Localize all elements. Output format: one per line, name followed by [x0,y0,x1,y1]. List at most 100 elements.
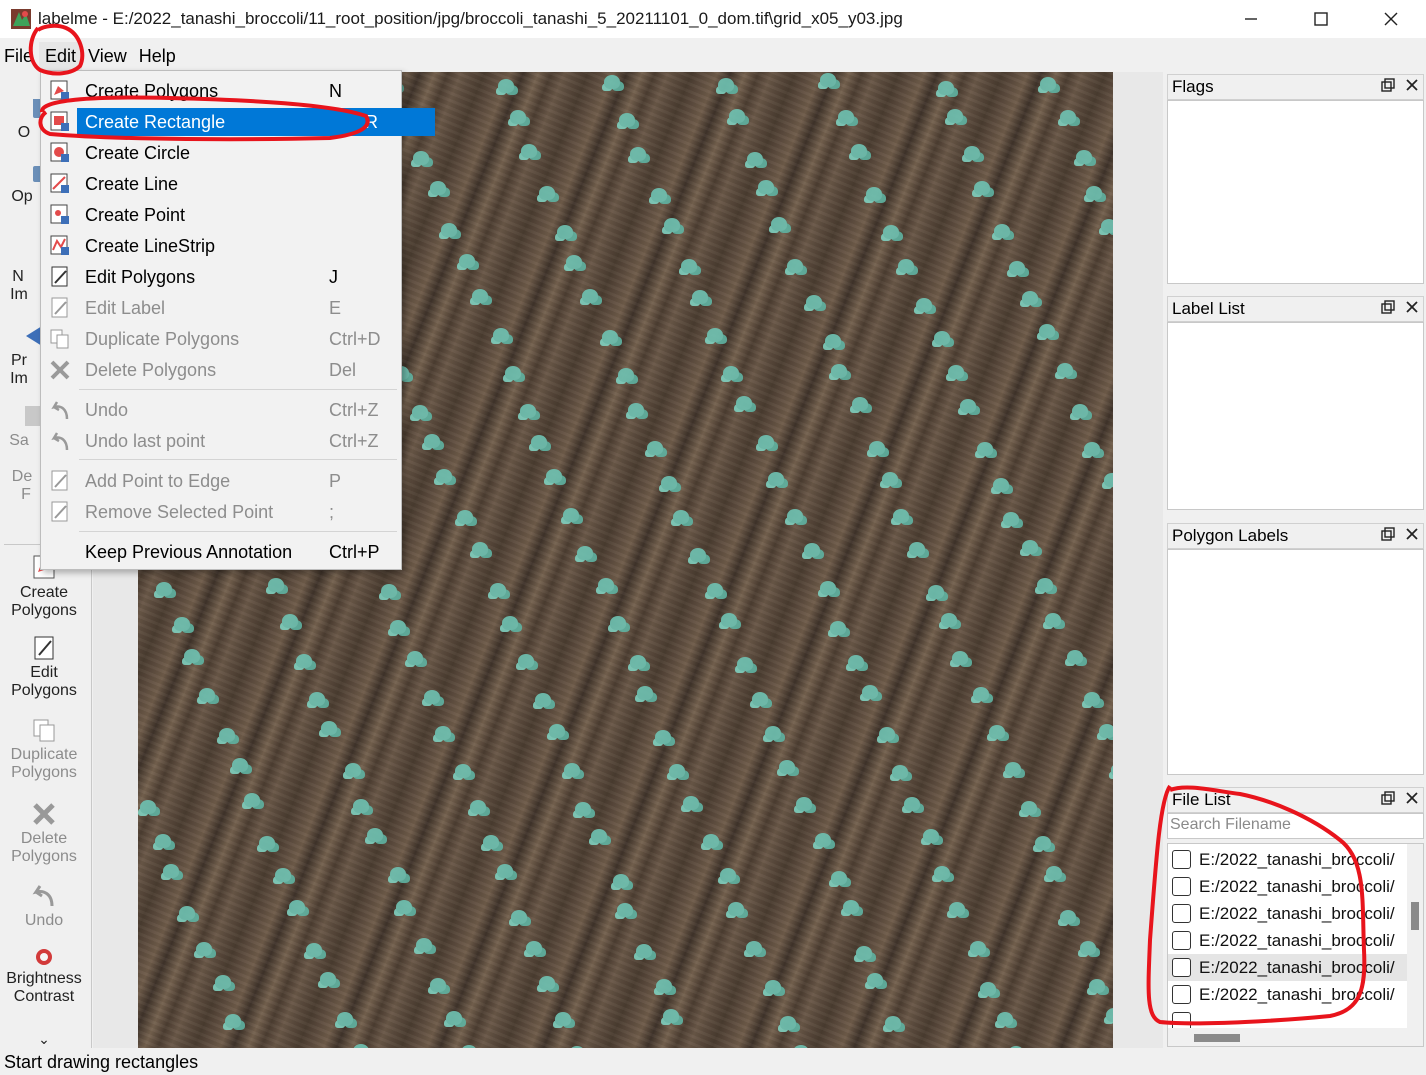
menu-separator [79,389,397,390]
menu-file[interactable]: File [0,42,39,70]
menu-item-create-point[interactable]: Create Point [43,201,399,229]
menu-item-edit-label[interactable]: Edit Label E [43,294,399,322]
close-dock-icon[interactable] [1405,790,1419,810]
menu-item-delete-polygons[interactable]: Delete Polygons Del [43,356,399,384]
menu-item-create-polygons[interactable]: Create Polygons N [43,77,399,105]
undo-tool[interactable]: Undo [0,882,88,930]
prev-image-tool-sublabel: Im [10,370,28,387]
maximize-icon[interactable] [1286,0,1356,38]
file-checkbox[interactable] [1172,904,1191,923]
horizontal-scrollbar[interactable] [1168,1028,1423,1046]
file-list-item[interactable]: E:/2022_tanashi_broccoli/ [1168,873,1423,900]
file-checkbox[interactable] [1172,985,1191,1004]
broccoli-seedling [1039,324,1056,339]
file-list-item[interactable]: E:/2022_tanashi_broccoli/ [1168,981,1423,1008]
brightness-contrast-tool[interactable]: Brightness Contrast [0,946,88,1006]
menu-help[interactable]: Help [133,42,182,70]
close-dock-icon[interactable] [1405,299,1419,319]
flags-list[interactable] [1167,100,1424,284]
vertical-scrollbar[interactable] [1407,844,1423,1028]
close-dock-icon[interactable] [1405,526,1419,546]
broccoli-seedling [884,1015,901,1030]
broccoli-seedling [434,725,451,740]
menu-edit[interactable]: Edit [39,42,83,70]
broccoli-seedling [893,508,910,523]
close-icon[interactable] [1356,0,1426,38]
file-checkbox[interactable] [1172,877,1191,896]
menu-item-duplicate-polygons[interactable]: Duplicate Polygons Ctrl+D [43,325,399,353]
window-controls [1216,0,1426,38]
file-checkbox[interactable] [1172,850,1191,869]
scrollbar-thumb[interactable] [1411,902,1419,930]
float-dock-icon[interactable] [1381,790,1395,810]
broccoli-seedling [947,365,964,380]
broccoli-seedling [959,398,976,413]
close-dock-icon[interactable] [1405,77,1419,97]
menu-item-create-circle[interactable]: Create Circle [43,139,399,167]
broccoli-seedling [795,796,812,811]
menu-item-create-line[interactable]: Create Line [43,170,399,198]
next-image-tool-label: N [12,268,24,285]
broccoli-seedling [612,873,629,888]
broccoli-seedling [483,834,500,849]
brightness-contrast-icon [30,946,58,968]
minimize-icon[interactable] [1216,0,1286,38]
menu-view[interactable]: View [82,42,133,70]
broccoli-seedling [1008,261,1025,276]
delete-x-icon [30,800,58,828]
broccoli-seedling [915,297,932,312]
broccoli-seedling [1003,512,1020,527]
menu-item-edit-polygons[interactable]: Edit Polygons J [43,263,399,291]
menu-item-create-linestrip[interactable]: Create LineStrip [43,232,399,260]
file-list[interactable]: E:/2022_tanashi_broccoli/ E:/2022_tanash… [1167,843,1424,1047]
menu-item-label: Create LineStrip [85,235,216,256]
menu-item-undo-last-point[interactable]: Undo last point Ctrl+Z [43,427,399,455]
broccoli-seedling [673,509,690,524]
checkbox-placeholder-icon [49,541,71,563]
menu-separator [79,531,397,532]
toolbar-more-chevron-icon[interactable]: ⌄ [0,1030,88,1048]
broccoli-seedling [869,440,886,455]
undo-arrow-icon [49,399,71,421]
file-checkbox[interactable] [1172,958,1191,977]
menu-item-create-rectangle[interactable]: Create Rectangle R [77,108,435,136]
edit-polygons-icon [49,266,71,288]
delete-file-tool-label: De [11,468,33,485]
duplicate-polygons-tool[interactable]: Duplicate Polygons [0,716,88,782]
broccoli-seedling [663,218,680,233]
broccoli-seedling [988,724,1005,739]
menu-item-keep-previous-annotation[interactable]: Keep Previous Annotation Ctrl+P [43,538,399,566]
broccoli-seedling [646,440,663,455]
label-list-dock-header: Label List [1167,296,1424,322]
float-dock-icon[interactable] [1381,299,1395,319]
broccoli-seedling [155,582,172,597]
file-list-item-selected[interactable]: E:/2022_tanashi_broccoli/ [1168,954,1423,981]
polygon-labels-list[interactable] [1167,549,1424,775]
file-name: E:/2022_tanashi_broccoli/ [1199,930,1395,950]
broccoli-seedling [367,828,384,843]
file-list-item[interactable]: E:/2022_tanashi_broccoli/ [1168,900,1423,927]
menu-separator [79,459,397,460]
undo-label: Undo [24,912,64,929]
file-name: E:/2022_tanashi_broccoli/ [1199,876,1395,896]
menu-item-add-point-to-edge[interactable]: Add Point to Edge P [43,467,399,495]
broccoli-seedling [581,289,598,304]
file-checkbox[interactable] [1172,931,1191,950]
float-dock-icon[interactable] [1381,526,1395,546]
broccoli-seedling [295,654,312,669]
delete-polygons-tool[interactable]: Delete Polygons [0,800,88,866]
file-list-item[interactable]: E:/2022_tanashi_broccoli/ [1168,927,1423,954]
broccoli-seedling [706,583,723,598]
menu-item-remove-selected-point[interactable]: Remove Selected Point ; [43,498,399,526]
file-list-item[interactable]: E:/2022_tanashi_broccoli/ [1168,846,1423,873]
edit-polygons-tool[interactable]: Edit Polygons [0,634,88,700]
menu-item-undo[interactable]: Undo Ctrl+Z [43,396,399,424]
hscroll-thumb[interactable] [1194,1034,1240,1042]
menu-item-label: Create Rectangle [85,111,226,132]
search-filename-input[interactable]: Search Filename [1167,813,1424,839]
broccoli-seedling [1071,404,1088,419]
broccoli-seedling [851,397,868,412]
label-list[interactable] [1167,322,1424,510]
float-dock-icon[interactable] [1381,77,1395,97]
broccoli-seedling [471,541,488,556]
